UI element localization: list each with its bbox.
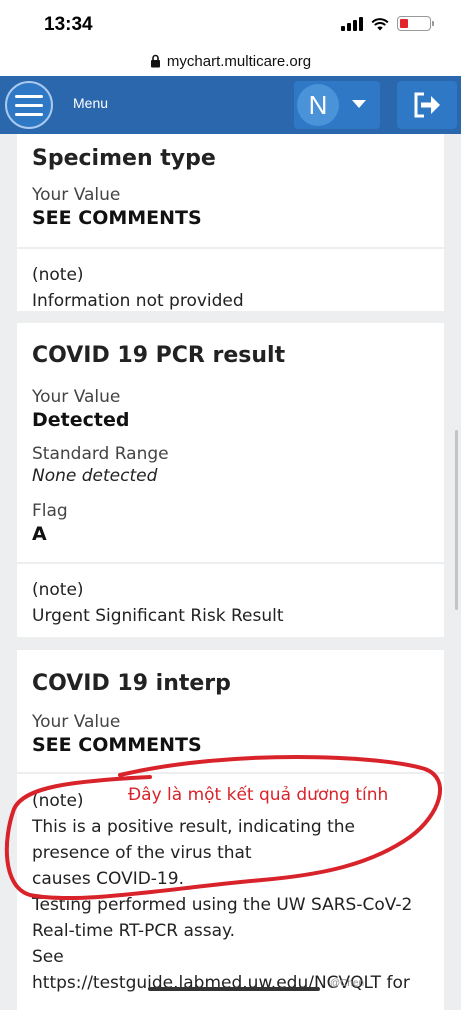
card-title: COVID 19 interp [32,671,231,696]
user-menu-button[interactable]: N [294,81,380,129]
note-link[interactable]: https://testguide.labmed.uw.edu/NCVQLT f… [32,970,444,996]
battery-icon [397,16,434,31]
card-title: Specimen type [32,146,216,171]
your-value: SEE COMMENTS [32,207,202,229]
url-text: mychart.multicare.org [166,52,312,70]
note-text: Urgent Significant Risk Result [32,606,284,626]
note-label: (note) [32,265,84,285]
your-value-label: Your Value [32,712,121,732]
scrollbar[interactable] [455,430,458,610]
menu-label: Menu [73,95,109,111]
logout-button[interactable] [397,81,457,129]
your-value-label: Your Value [32,185,121,205]
note-line: Real-time RT-PCR assay. [32,921,236,941]
standard-range-label: Standard Range [32,444,169,464]
status-time: 13:34 [44,14,93,35]
app-header: Menu N [0,76,461,134]
watermark: @Chen [330,978,365,989]
note-label: (note) [32,580,84,600]
wifi-icon [371,17,389,30]
annotation-text: Đây là một kết quả dương tính [128,785,389,805]
flag-label: Flag [32,501,68,521]
your-value-label: Your Value [32,387,121,407]
your-value: SEE COMMENTS [32,734,202,756]
result-card-pcr-result: COVID 19 PCR result Your Value Detected … [17,323,444,637]
flag-value: A [32,523,47,545]
annotation-underline [148,987,320,991]
menu-button[interactable] [5,81,53,129]
hamburger-icon [15,94,43,98]
result-card-specimen-type: Specimen type Your Value SEE COMMENTS (n… [17,134,444,311]
note-line: See [32,947,64,967]
logout-icon [414,92,440,118]
annotation-circle [4,755,442,901]
lock-icon [150,54,160,68]
card-title: COVID 19 PCR result [32,343,286,368]
status-icons [341,16,434,31]
chevron-down-icon [352,100,366,108]
cellular-signal-icon [341,16,363,31]
note-text: Information not provided [32,291,244,311]
browser-url-bar[interactable]: mychart.multicare.org [0,46,461,76]
status-bar: 13:34 [0,0,461,46]
your-value: Detected [32,409,130,431]
standard-range-value: None detected [32,466,158,486]
avatar: N [297,84,339,126]
